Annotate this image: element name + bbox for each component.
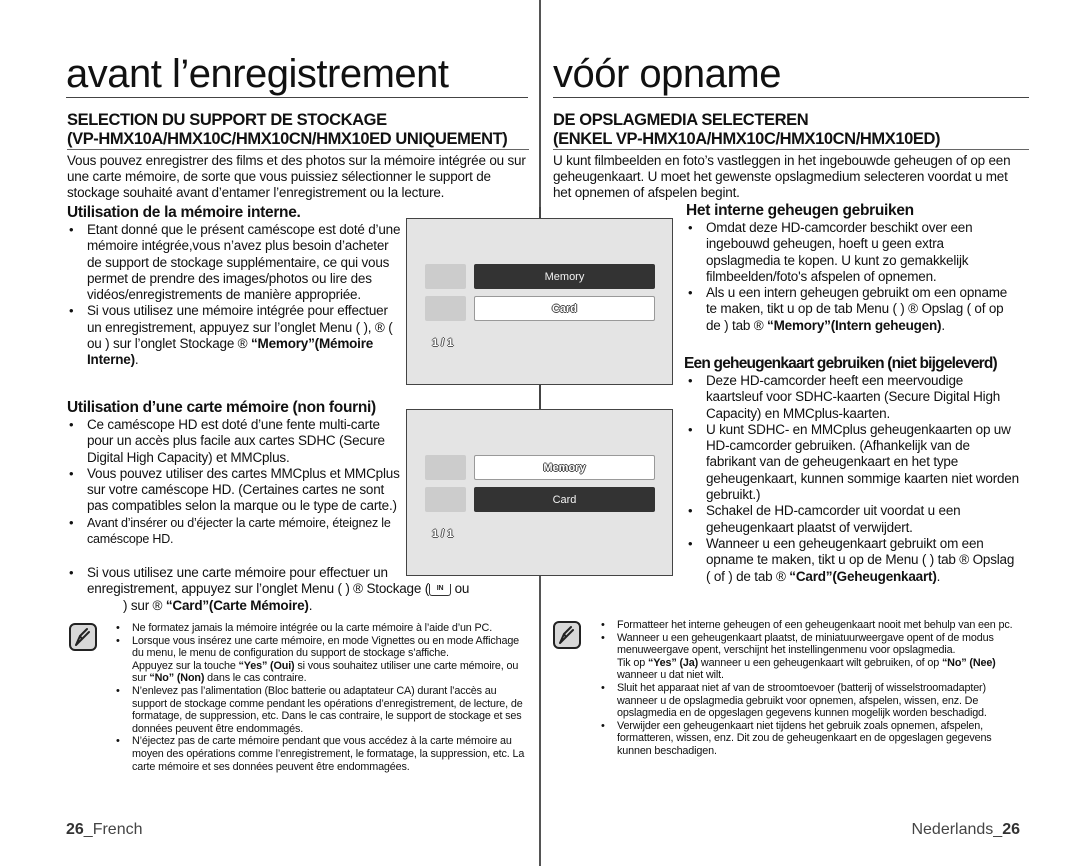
list-internal-memory-fr: Etant donné que le présent caméscope est… <box>67 222 401 369</box>
page-number: 26 <box>1002 821 1020 838</box>
storage-option-card[interactable]: Card <box>474 296 655 321</box>
note-item: Wanneer u een geheugenkaart plaatst, de … <box>597 632 1022 682</box>
note-item: Ne formatez jamais la mémoire intégrée o… <box>112 622 532 635</box>
option-icon-placeholder <box>425 296 466 321</box>
list-item: Omdat deze HD-camcorder beschikt over ee… <box>686 220 1020 285</box>
list-item: Etant donné que le présent caméscope est… <box>67 222 401 303</box>
list-item: U kunt SDHC- en MMCplus geheugenkaarten … <box>686 422 1020 503</box>
storage-in-icon: IN <box>429 583 452 596</box>
section-heading-fr: SELECTION DU SUPPORT DE STOCKAGE (VP-HMX… <box>67 111 529 150</box>
storage-screen-card: Memory Card 1 / 1 <box>406 409 673 576</box>
list-memory-card-fr: Ce caméscope HD est doté d’une fente mul… <box>67 417 401 547</box>
section-heading-nl: DE OPSLAGMEDIA SELECTEREN (ENKEL VP-HMX1… <box>553 111 1029 150</box>
section-heading-fr-line1: SELECTION DU SUPPORT DE STOCKAGE <box>67 111 387 129</box>
section-heading-fr-line2: (VP-HMX10A/HMX10C/HMX10CN/HMX10ED UNIQUE… <box>67 130 529 150</box>
list-item: Ce caméscope HD est doté d’une fente mul… <box>67 417 401 466</box>
list-item: Schakel de HD-camcorder uit voordat u ee… <box>686 503 1020 536</box>
subheading-memory-card-nl: Een geheugenkaart gebruiken (niet bijgel… <box>684 355 998 372</box>
note-item: N’enlevez pas l’alimentation (Bloc batte… <box>112 685 532 735</box>
note-item: N’éjectez pas de carte mémoire pendant q… <box>112 735 532 773</box>
storage-screen-memory: Memory Card 1 / 1 <box>406 218 673 385</box>
note-pencil-icon <box>69 623 97 651</box>
list-internal-memory-nl: Omdat deze HD-camcorder beschikt over ee… <box>686 220 1020 334</box>
page-number: 26 <box>66 821 84 838</box>
page-footer-fr: 26_French <box>66 821 143 838</box>
list-memory-card-nl: Deze HD-camcorder heeft een meervoudige … <box>686 373 1020 585</box>
page-title-fr: avant l’enregistrement <box>66 52 528 98</box>
intro-paragraph-fr: Vous pouvez enregistrer des films et des… <box>67 153 526 200</box>
section-heading-nl-line2: (ENKEL VP-HMX10A/HMX10C/HMX10CN/HMX10ED) <box>553 130 1029 150</box>
bold-option-memory: “Memory”(Intern geheugen) <box>767 317 942 333</box>
list-item: Deze HD-camcorder heeft een meervoudige … <box>686 373 1020 422</box>
bold-option-card: “Card”(Geheugenkaart) <box>789 568 937 584</box>
page-indicator: 1 / 1 <box>432 528 454 540</box>
list-item: Si vous utilisez une mémoire intégrée po… <box>67 303 401 368</box>
bold-option-card: “Card”(Carte Mémoire) <box>165 597 309 613</box>
section-heading-nl-line1: DE OPSLAGMEDIA SELECTEREN <box>553 111 809 129</box>
list-item: Vous pouvez utiliser des cartes MMCplus … <box>67 466 401 515</box>
notes-list-nl: Formatteer het interne geheugen of een g… <box>597 619 1022 758</box>
page-indicator: 1 / 1 <box>432 337 454 349</box>
list-item: Wanneer u een geheugenkaart gebruikt om … <box>686 536 1020 585</box>
note-item: Verwijder een geheugenkaart niet tijdens… <box>597 720 1022 758</box>
subheading-internal-memory-fr: Utilisation de la mémoire interne. <box>67 204 301 221</box>
note-item: Formatteer het interne geheugen of een g… <box>597 619 1022 632</box>
note-item: Lorsque vous insérez une carte mémoire, … <box>112 635 532 685</box>
option-icon-placeholder <box>425 487 466 512</box>
list-item: Als u een intern geheugen gebruikt om ee… <box>686 285 1020 334</box>
page-title-nl: vóór opname <box>553 52 1029 98</box>
notes-list-fr: Ne formatez jamais la mémoire intégrée o… <box>112 622 532 773</box>
option-icon-placeholder <box>425 264 466 289</box>
note-item: Sluit het apparaat niet af van de stroom… <box>597 682 1022 720</box>
note-pencil-icon <box>553 621 581 649</box>
option-icon-placeholder <box>425 455 466 480</box>
intro-paragraph-nl: U kunt filmbeelden en foto’s vastleggen … <box>553 153 1011 200</box>
subheading-internal-memory-nl: Het interne geheugen gebruiken <box>686 202 914 219</box>
subheading-memory-card-fr: Utilisation d’une carte mémoire (non fou… <box>67 399 376 416</box>
storage-option-card[interactable]: Card <box>474 487 655 512</box>
screen-connector-mid <box>539 385 541 410</box>
page-footer-nl: Nederlands_26 <box>911 821 1020 838</box>
list-item: Avant d’insérer ou d’éjecter la carte mé… <box>67 515 401 548</box>
storage-option-memory[interactable]: Memory <box>474 455 655 480</box>
storage-option-memory[interactable]: Memory <box>474 264 655 289</box>
